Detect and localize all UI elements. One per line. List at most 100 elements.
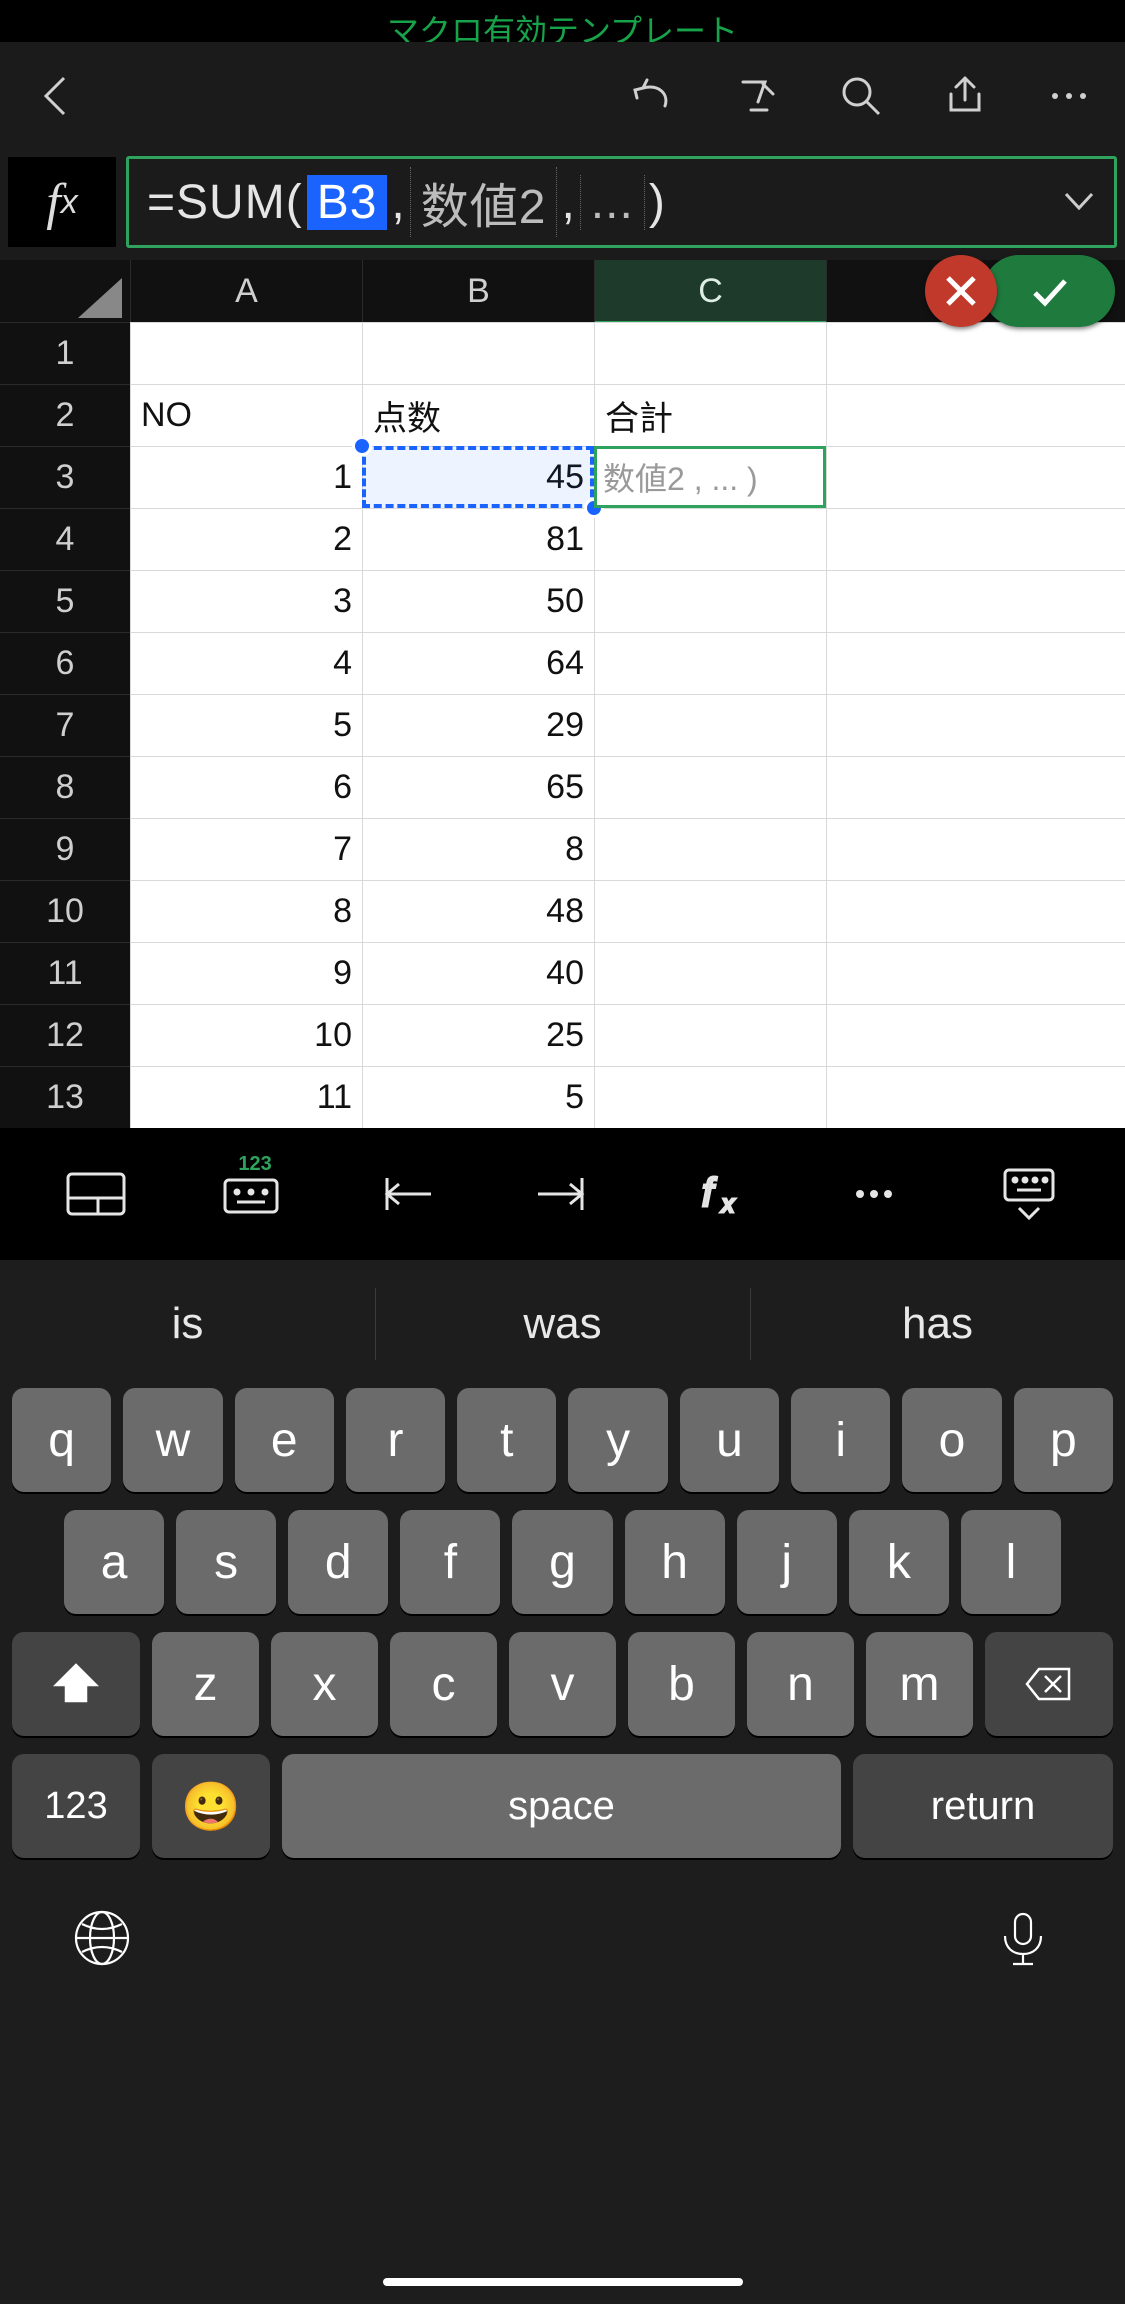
cell-B6[interactable]: 64 <box>362 633 594 694</box>
share-icon[interactable] <box>937 68 993 124</box>
key-h[interactable]: h <box>625 1510 725 1614</box>
key-t[interactable]: t <box>457 1388 556 1492</box>
cell-A12[interactable]: 10 <box>130 1005 362 1066</box>
row-header[interactable]: 7 <box>0 694 130 756</box>
row-header[interactable]: 2 <box>0 384 130 446</box>
key-i[interactable]: i <box>791 1388 890 1492</box>
more-icon[interactable] <box>1041 68 1097 124</box>
cell-B5[interactable]: 50 <box>362 571 594 632</box>
cell-C2[interactable]: 合計 <box>594 385 826 446</box>
key-j[interactable]: j <box>737 1510 837 1614</box>
back-icon[interactable] <box>28 68 84 124</box>
key-shift[interactable] <box>12 1632 140 1736</box>
home-indicator[interactable] <box>383 2278 743 2286</box>
move-start-icon[interactable] <box>362 1159 452 1229</box>
key-u[interactable]: u <box>680 1388 779 1492</box>
key-b[interactable]: b <box>628 1632 735 1736</box>
key-n[interactable]: n <box>747 1632 854 1736</box>
row-header[interactable]: 12 <box>0 1004 130 1066</box>
key-c[interactable]: c <box>390 1632 497 1736</box>
cell-B12[interactable]: 25 <box>362 1005 594 1066</box>
cell-A5[interactable]: 3 <box>130 571 362 632</box>
column-header-A[interactable]: A <box>130 260 362 322</box>
row-header[interactable]: 1 <box>0 322 130 384</box>
cell-B11[interactable]: 40 <box>362 943 594 1004</box>
fx-icon[interactable]: fx <box>8 157 116 247</box>
row-header[interactable]: 11 <box>0 942 130 1004</box>
suggestion[interactable]: has <box>750 1260 1125 1388</box>
cell-A10[interactable]: 8 <box>130 881 362 942</box>
column-header-C[interactable]: C <box>594 260 826 322</box>
key-x[interactable]: x <box>271 1632 378 1736</box>
row-header[interactable]: 5 <box>0 570 130 632</box>
globe-icon[interactable] <box>70 1906 134 1975</box>
numeric-keyboard-icon[interactable]: 123 <box>206 1159 296 1229</box>
cell-A13[interactable]: 11 <box>130 1067 362 1128</box>
key-return[interactable]: return <box>853 1754 1113 1858</box>
key-a[interactable]: a <box>64 1510 164 1614</box>
cell-A7[interactable]: 5 <box>130 695 362 756</box>
key-y[interactable]: y <box>568 1388 667 1492</box>
key-s[interactable]: s <box>176 1510 276 1614</box>
suggestion[interactable]: was <box>375 1260 750 1388</box>
cell-B4[interactable]: 81 <box>362 509 594 570</box>
key-p[interactable]: p <box>1014 1388 1113 1492</box>
cell-A11[interactable]: 9 <box>130 943 362 1004</box>
key-numbers[interactable]: 123 <box>12 1754 140 1858</box>
key-l[interactable]: l <box>961 1510 1061 1614</box>
confirm-button[interactable] <box>983 255 1115 327</box>
row-header[interactable]: 4 <box>0 508 130 570</box>
key-q[interactable]: q <box>12 1388 111 1492</box>
cell-B3[interactable]: 45 <box>362 447 594 508</box>
row-header[interactable]: 13 <box>0 1066 130 1128</box>
mic-icon[interactable] <box>991 1906 1055 1975</box>
cell-grid[interactable]: NO 点数 合計 145 281 350 464 529 665 78 848 … <box>130 322 1125 1128</box>
row-header[interactable]: 8 <box>0 756 130 818</box>
row-header[interactable]: 6 <box>0 632 130 694</box>
key-d[interactable]: d <box>288 1510 388 1614</box>
key-r[interactable]: r <box>346 1388 445 1492</box>
cell-A9[interactable]: 7 <box>130 819 362 880</box>
key-space[interactable]: space <box>282 1754 841 1858</box>
row-header[interactable]: 10 <box>0 880 130 942</box>
cell-A6[interactable]: 4 <box>130 633 362 694</box>
cell-B7[interactable]: 29 <box>362 695 594 756</box>
view-mode-icon[interactable] <box>51 1159 141 1229</box>
cell-B2[interactable]: 点数 <box>362 385 594 446</box>
row-header[interactable]: 3 <box>0 446 130 508</box>
expand-formula-icon[interactable] <box>1062 175 1096 230</box>
key-k[interactable]: k <box>849 1510 949 1614</box>
clear-format-icon[interactable] <box>729 68 785 124</box>
move-end-icon[interactable] <box>517 1159 607 1229</box>
undo-icon[interactable] <box>625 68 681 124</box>
cell-B10[interactable]: 48 <box>362 881 594 942</box>
key-f[interactable]: f <box>400 1510 500 1614</box>
key-m[interactable]: m <box>866 1632 973 1736</box>
key-w[interactable]: w <box>123 1388 222 1492</box>
cell-A8[interactable]: 6 <box>130 757 362 818</box>
key-g[interactable]: g <box>512 1510 612 1614</box>
cell-A2[interactable]: NO <box>130 385 362 446</box>
select-all-corner[interactable] <box>0 260 130 322</box>
key-emoji[interactable]: 😀 <box>152 1754 270 1858</box>
column-header-B[interactable]: B <box>362 260 594 322</box>
cancel-button[interactable] <box>925 255 997 327</box>
key-e[interactable]: e <box>235 1388 334 1492</box>
more-edit-icon[interactable] <box>829 1159 919 1229</box>
key-z[interactable]: z <box>152 1632 259 1736</box>
cell-B13[interactable]: 5 <box>362 1067 594 1128</box>
key-backspace[interactable] <box>985 1632 1113 1736</box>
formula-input[interactable]: =SUM( B3 , 数値2 , ... ) <box>126 156 1117 248</box>
key-o[interactable]: o <box>902 1388 1001 1492</box>
insert-function-icon[interactable]: fx <box>673 1159 763 1229</box>
active-cell-C3[interactable]: 数値2 , ... ) <box>594 446 826 508</box>
cell-A3[interactable]: 1 <box>130 447 362 508</box>
key-v[interactable]: v <box>509 1632 616 1736</box>
search-icon[interactable] <box>833 68 889 124</box>
dismiss-keyboard-icon[interactable] <box>984 1159 1074 1229</box>
row-header[interactable]: 9 <box>0 818 130 880</box>
cell-A4[interactable]: 2 <box>130 509 362 570</box>
cell-B8[interactable]: 65 <box>362 757 594 818</box>
cell-B9[interactable]: 8 <box>362 819 594 880</box>
suggestion[interactable]: is <box>0 1260 375 1388</box>
